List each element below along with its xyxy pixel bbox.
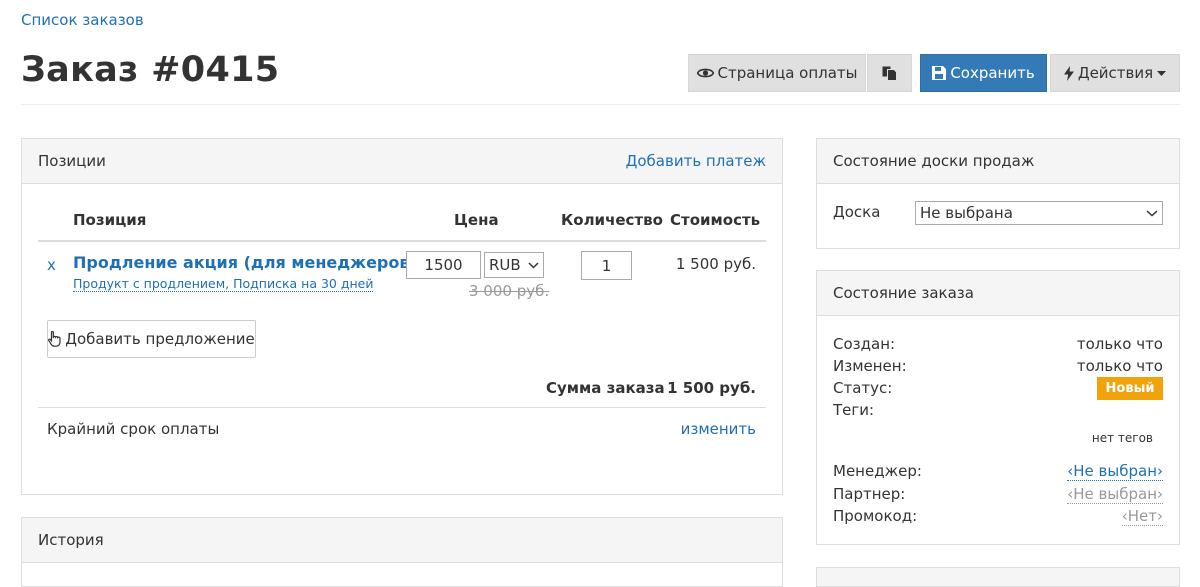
partner-value: ‹Не выбран›	[1067, 485, 1163, 504]
add-offer-label: Добавить предложение	[65, 330, 255, 348]
promo-value: ‹Нет›	[1121, 507, 1163, 526]
status-badge[interactable]: Новый	[1097, 377, 1163, 400]
add-offer-button[interactable]: Добавить предложение	[47, 320, 256, 358]
positions-panel: Позиции Добавить платеж	[21, 138, 783, 495]
next-panel-edge	[816, 567, 1180, 587]
tags-value[interactable]: нет тегов	[1000, 431, 1153, 445]
partner-select-link[interactable]: ‹Не выбран›	[1000, 485, 1163, 504]
item-price-input[interactable]: 1500	[406, 251, 481, 279]
modified-label: Изменен:	[833, 357, 907, 375]
board-select-value: Не выбрана	[920, 204, 1013, 222]
promo-label: Промокод:	[833, 507, 918, 525]
manager-value: ‹Не выбран›	[1067, 462, 1163, 481]
positions-panel-header: Позиции Добавить платеж	[22, 139, 782, 184]
created-label: Создан:	[833, 335, 896, 353]
order-state-panel-title: Состояние заказа	[833, 284, 974, 302]
history-panel-title: История	[38, 531, 104, 549]
deadline-change-link[interactable]: изменить	[656, 420, 756, 438]
board-select[interactable]: Не выбрана	[915, 201, 1163, 225]
save-label: Сохранить	[950, 64, 1035, 82]
payment-page-button[interactable]: Страница оплаты	[688, 54, 866, 92]
item-cost: 1 500 руб.	[675, 255, 756, 273]
currency-value: RUB	[489, 256, 521, 274]
manager-select-link[interactable]: ‹Не выбран›	[1000, 462, 1163, 481]
sales-board-panel: Состояние доски продаж	[816, 138, 1180, 249]
actions-label: Действия	[1077, 64, 1154, 82]
modified-value: только что	[1076, 357, 1163, 375]
copy-button[interactable]	[867, 54, 912, 92]
item-quantity-input[interactable]: 1	[581, 251, 632, 280]
floppy-disk-icon	[932, 66, 947, 80]
tags-label: Теги:	[833, 401, 875, 419]
item-price-value: 1500	[424, 256, 463, 274]
item-subtitle-link[interactable]: Продукт с продлением, Подписка на 30 дне…	[73, 276, 374, 292]
page-title: Заказ #0415	[21, 50, 280, 90]
order-state-panel-header: Состояние заказа	[817, 271, 1179, 316]
lightning-icon	[1063, 65, 1074, 81]
eye-icon	[696, 68, 714, 78]
sales-board-panel-title: Состояние доски продаж	[833, 152, 1035, 170]
copy-icon	[882, 66, 897, 81]
remove-item-button[interactable]: x	[47, 256, 56, 274]
deadline-label: Крайний срок оплаты	[47, 420, 220, 438]
table-header-divider	[38, 240, 766, 242]
chevron-down-icon	[528, 261, 539, 269]
partner-label: Партнер:	[833, 485, 906, 503]
column-header-quantity: Количество	[561, 211, 663, 229]
history-panel-header: История	[22, 518, 782, 563]
board-label: Доска	[833, 203, 881, 221]
payment-page-label: Страница оплаты	[717, 64, 858, 82]
currency-select[interactable]: RUB	[484, 252, 544, 278]
history-panel: История	[21, 517, 783, 587]
order-total-label: Сумма заказа	[546, 379, 665, 397]
caret-down-icon	[1157, 70, 1167, 76]
promo-select-link[interactable]: ‹Нет›	[1000, 507, 1163, 526]
column-header-position: Позиция	[73, 211, 147, 229]
save-button[interactable]: Сохранить	[920, 54, 1047, 92]
manager-label: Менеджер:	[833, 462, 922, 480]
positions-panel-title: Позиции	[38, 152, 106, 170]
created-value: только что	[1076, 335, 1163, 353]
title-divider	[21, 104, 1180, 105]
breadcrumb-orders-list[interactable]: Список заказов	[21, 11, 144, 29]
item-name-link[interactable]: Продление акция (для менеджеров)	[73, 253, 417, 272]
actions-dropdown-button[interactable]: Действия	[1050, 54, 1180, 92]
column-header-cost: Стоимость	[670, 211, 761, 229]
sales-board-panel-header: Состояние доски продаж	[817, 139, 1179, 184]
chevron-down-icon	[1146, 209, 1158, 217]
item-quantity-value: 1	[601, 256, 612, 275]
item-old-price: 3 000 руб.	[469, 282, 550, 300]
order-total-value: 1 500 руб.	[667, 379, 756, 397]
status-label: Статус:	[833, 379, 893, 397]
hand-pointer-icon	[48, 331, 61, 347]
total-divider	[38, 407, 766, 408]
column-header-price: Цена	[454, 211, 499, 229]
add-payment-link[interactable]: Добавить платеж	[626, 152, 766, 170]
